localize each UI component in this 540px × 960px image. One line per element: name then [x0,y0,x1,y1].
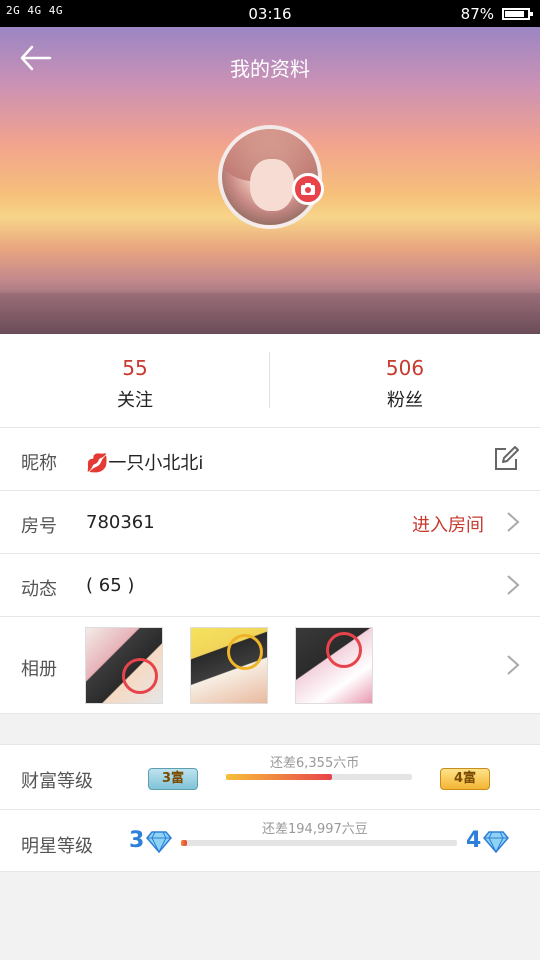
page-title: 我的资料 [230,57,310,81]
change-avatar-button[interactable] [292,173,324,205]
following-label: 关注 [117,390,153,411]
chevron-right-icon [507,655,520,675]
chevron-right-icon [507,575,520,595]
battery-icon [502,8,533,20]
edit-icon [495,446,519,470]
nickname-value: 💋一只小北北i [86,453,204,474]
edit-nickname-button[interactable] [492,445,520,473]
album-row[interactable]: 相册 [0,617,540,714]
nickname-row: 昵称 💋一只小北北i [0,428,540,491]
star-next-level: 4 [466,828,482,853]
following-stat[interactable]: 55 关注 [0,334,270,428]
album-label: 相册 [21,659,57,680]
room-number: 780361 [86,512,155,533]
star-progress-fill [181,840,187,846]
wealth-level-label: 财富等级 [21,771,93,792]
fans-count: 506 [385,356,425,380]
album-thumbnail[interactable] [85,627,163,704]
profile-header: 我的资料 [0,27,540,334]
wealth-progress-bar [226,774,412,780]
battery-fill [505,11,525,17]
room-label: 房号 [21,516,57,537]
avatar-face [250,159,294,211]
status-bar: 2G 4G 4G 03:16 87% [0,0,540,27]
sea-horizon [0,293,540,334]
star-progress-bar [181,840,457,846]
thumbnail-decoration [122,658,158,694]
thumbnail-decoration [326,632,362,668]
following-count: 55 [122,356,148,380]
moments-row[interactable]: 动态 ( 65 ) [0,554,540,617]
star-level-label: 明星等级 [21,836,93,857]
thumbnail-decoration [227,634,263,670]
star-remaining: 还差194,997六豆 [262,822,368,837]
wealth-remaining: 还差6,355六币 [270,756,360,771]
star-level-row[interactable]: 明星等级 3 还差194,997六豆 4 [0,809,540,873]
chevron-right-icon [507,512,520,532]
clock: 03:16 [248,5,292,23]
camera-icon [301,183,315,195]
battery-percent: 87% [460,5,494,23]
enter-room-link[interactable]: 进入房间 [412,511,484,537]
album-thumbnail[interactable] [295,627,373,704]
nickname-label: 昵称 [21,453,57,474]
diamond-icon [146,831,172,853]
profile-info-list: 昵称 💋一只小北北i 房号 780361 进入房间 动态 ( 65 ) 相册 [0,428,540,714]
album-thumbnail[interactable] [190,627,268,704]
section-gap [0,714,540,744]
star-current-level: 3 [129,828,145,853]
diamond-icon [483,831,509,853]
moments-count: ( 65 ) [86,575,135,596]
level-section: 财富等级 3富 还差6,355六币 4富 明星等级 3 还差194,997六豆 … [0,744,540,872]
wealth-level-row[interactable]: 财富等级 3富 还差6,355六币 4富 [0,745,540,809]
fans-label: 粉丝 [387,390,423,411]
moments-label: 动态 [21,579,57,600]
fans-stat[interactable]: 506 粉丝 [270,334,540,428]
wealth-progress-fill [226,774,333,780]
wealth-current-badge: 3富 [148,768,198,790]
follow-stats: 55 关注 506 粉丝 [0,334,540,428]
room-row[interactable]: 房号 780361 进入房间 [0,491,540,554]
wealth-next-badge: 4富 [440,768,490,790]
